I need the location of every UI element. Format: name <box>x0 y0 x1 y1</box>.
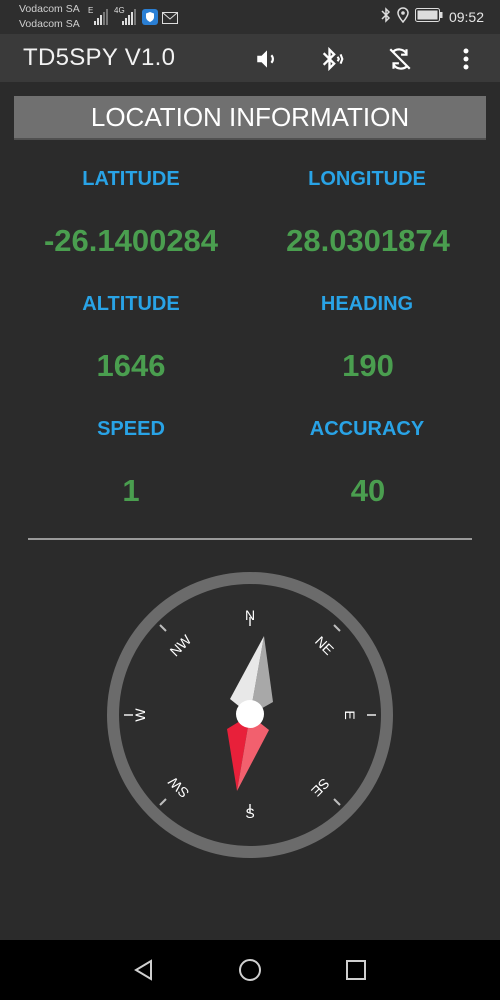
back-button[interactable] <box>130 955 160 985</box>
bluetooth-audio-button[interactable] <box>318 44 348 74</box>
navigation-bar <box>0 940 500 1000</box>
compass-label-s: S <box>245 805 254 821</box>
accuracy-label: ACCURACY <box>309 418 425 440</box>
status-icons-right: 09:52 <box>381 6 484 28</box>
shield-icon <box>142 9 158 25</box>
signal-icon: 4G <box>114 6 138 26</box>
status-bar: Vodacom SA Vodacom SA E 4G 09:52 <box>0 0 500 34</box>
network-type-1: E <box>88 6 94 15</box>
battery-icon <box>414 7 443 27</box>
status-clock: 09:52 <box>448 9 484 25</box>
compass-hub <box>236 700 264 728</box>
divider <box>28 538 472 540</box>
latitude-value: -26.1400284 <box>43 223 219 258</box>
compass-label-w: W <box>132 708 148 722</box>
heading-value: 190 <box>342 348 394 383</box>
location-icon <box>397 6 409 28</box>
network-type-2: 4G <box>114 6 125 15</box>
bluetooth-audio-icon <box>322 46 344 72</box>
latitude-label: LATITUDE <box>82 168 180 190</box>
longitude-value: 28.0301874 <box>286 223 450 258</box>
heading-label: HEADING <box>320 293 414 315</box>
bluetooth-icon <box>381 6 391 28</box>
status-icons-left: E 4G <box>88 6 178 28</box>
home-icon <box>239 959 261 981</box>
carrier-name-1: Vodacom SA <box>19 3 80 15</box>
accuracy-value: 40 <box>350 473 386 508</box>
volume-icon <box>257 50 274 68</box>
altitude-label: ALTITUDE <box>82 293 180 315</box>
mail-icon <box>162 11 178 24</box>
compass: N NE E SE S SW W NW <box>107 572 393 858</box>
speed-label: SPEED <box>97 418 165 440</box>
sync-disabled-button[interactable] <box>385 44 415 74</box>
speed-value: 1 <box>122 473 140 508</box>
carrier-name-2: Vodacom SA <box>19 18 80 30</box>
sync-disabled-icon <box>389 48 411 70</box>
volume-button[interactable] <box>252 44 282 74</box>
app-bar: TD5SPY V1.0 <box>0 34 500 82</box>
recents-icon <box>346 960 366 980</box>
signal-icon: E <box>88 6 110 26</box>
home-button[interactable] <box>235 955 265 985</box>
compass-label-e: E <box>342 710 358 719</box>
more-vert-icon <box>463 48 469 70</box>
altitude-value: 1646 <box>96 348 166 383</box>
overflow-menu-button[interactable] <box>451 44 481 74</box>
compass-label-n: N <box>245 607 255 623</box>
back-icon <box>134 959 152 981</box>
recents-button[interactable] <box>341 955 371 985</box>
longitude-label: LONGITUDE <box>308 168 426 190</box>
app-title: TD5SPY V1.0 <box>23 44 176 71</box>
section-title: LOCATION INFORMATION <box>14 96 486 138</box>
